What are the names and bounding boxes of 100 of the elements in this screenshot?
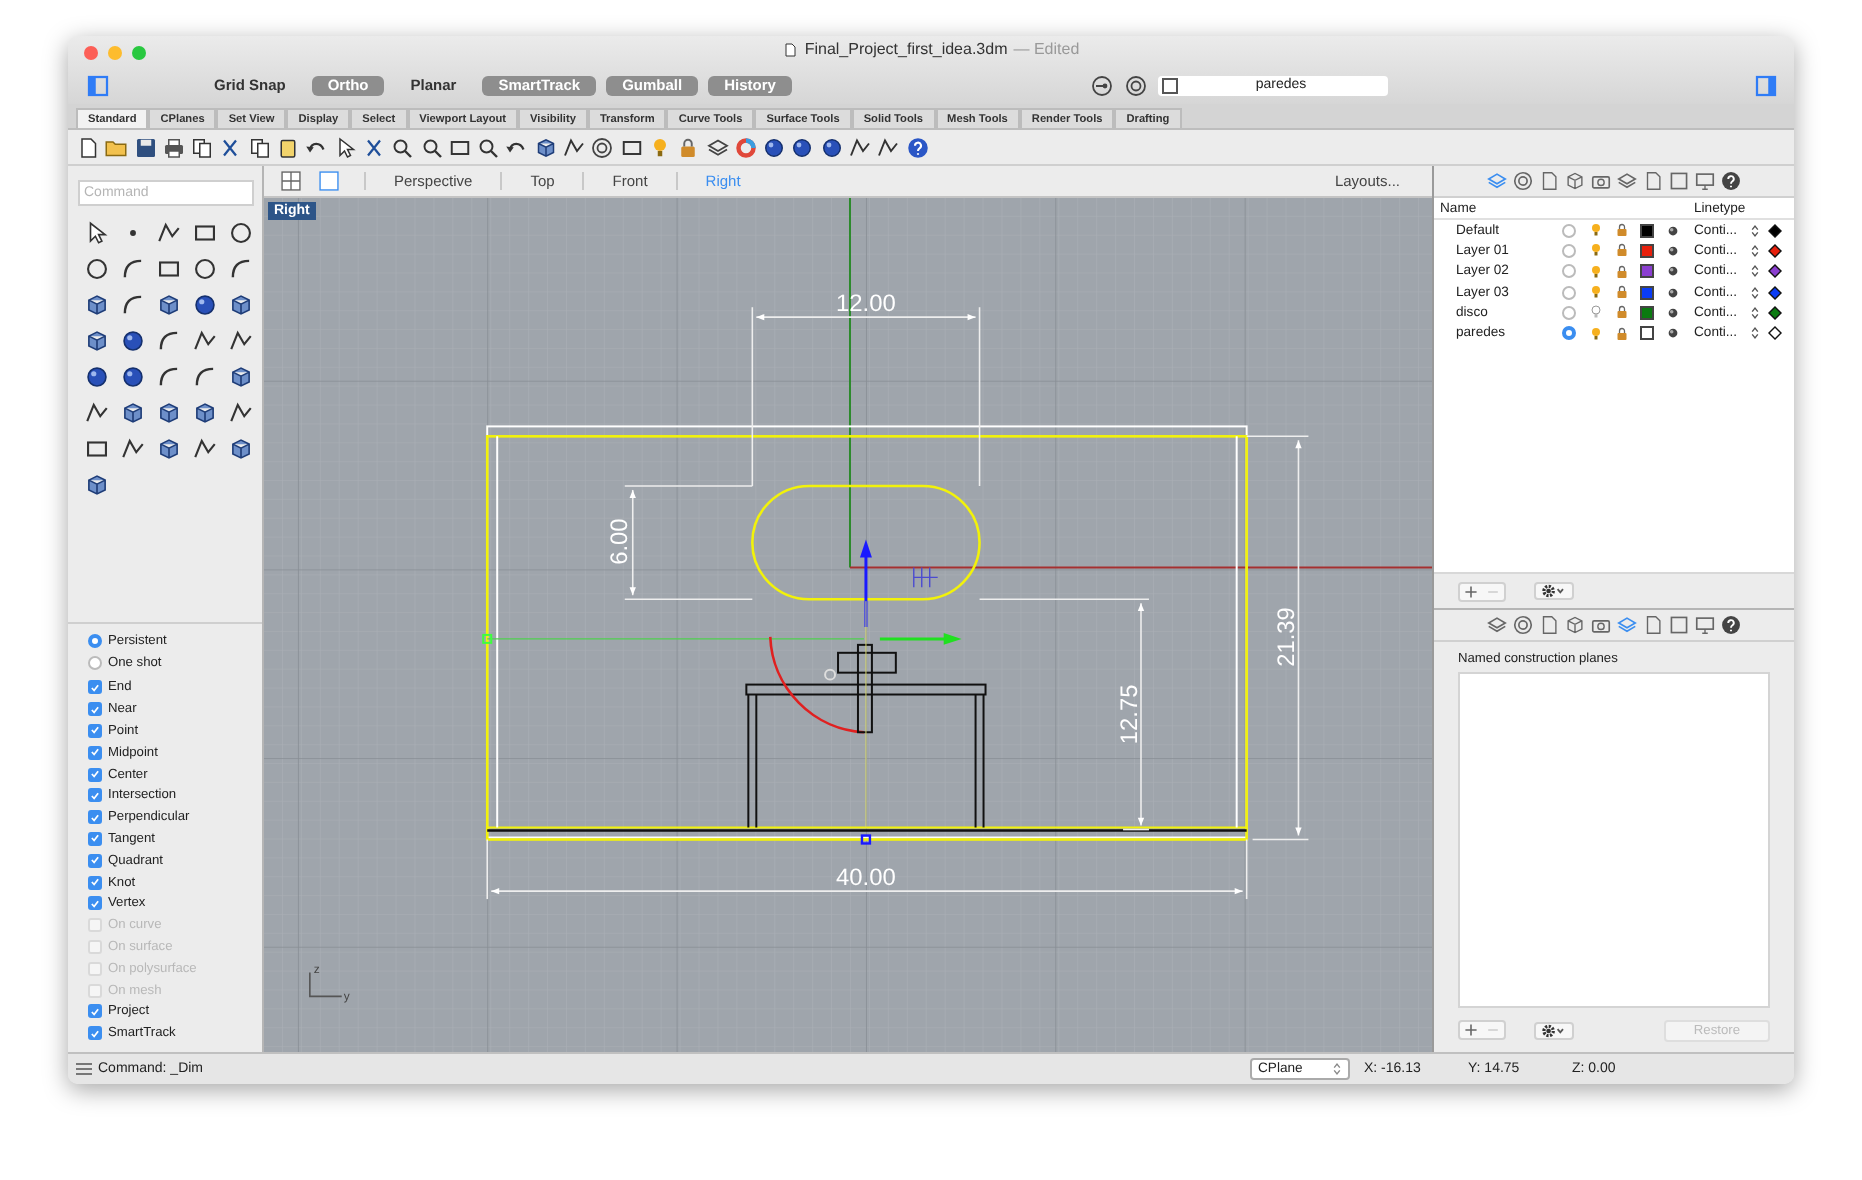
sidebar-icon[interactable] [86, 73, 110, 97]
curve-icon[interactable] [155, 327, 181, 353]
cube-icon[interactable] [227, 291, 253, 317]
lock-icon[interactable] [1613, 325, 1629, 342]
lock-icon[interactable] [1613, 242, 1629, 259]
rectangle-icon[interactable] [83, 435, 109, 461]
checkbox[interactable] [88, 1026, 102, 1041]
color-swatch[interactable] [1640, 285, 1654, 300]
polyline-icon[interactable] [155, 219, 181, 245]
current-layer-radio[interactable] [1562, 223, 1576, 238]
radio-button[interactable] [88, 655, 102, 670]
cube-icon[interactable] [1564, 614, 1586, 636]
sphere-icon[interactable] [119, 363, 145, 389]
current-layer-radio[interactable] [1562, 285, 1576, 300]
square-icon[interactable] [1668, 614, 1690, 636]
target-icon[interactable] [1512, 170, 1534, 192]
bulb-icon[interactable] [1587, 242, 1603, 259]
stepper-icon[interactable] [1750, 326, 1760, 341]
polyline-icon[interactable] [191, 435, 217, 461]
checkbox[interactable] [88, 810, 102, 825]
curve-icon[interactable] [119, 255, 145, 281]
clipboard-icon[interactable] [276, 135, 301, 159]
cube-icon[interactable] [155, 435, 181, 461]
curve-icon[interactable] [119, 291, 145, 317]
magnifier-icon[interactable] [390, 135, 415, 159]
document-icon[interactable] [76, 135, 100, 159]
help-icon[interactable] [905, 135, 930, 159]
bulb-icon[interactable] [1587, 325, 1603, 342]
layers-icon[interactable] [1616, 170, 1638, 192]
circle-icon[interactable] [227, 219, 253, 245]
plus-icon[interactable] [1460, 583, 1482, 599]
menu-icon[interactable] [76, 1062, 92, 1076]
sphere-icon[interactable] [790, 135, 815, 159]
bulb-outline-icon[interactable] [1587, 304, 1603, 321]
polyline-icon[interactable] [119, 435, 145, 461]
help-icon[interactable] [1720, 614, 1742, 636]
cube-icon[interactable] [83, 471, 109, 497]
checkbox[interactable] [88, 723, 102, 738]
sidebar-right-icon[interactable] [1754, 73, 1778, 97]
circle-icon[interactable] [83, 255, 109, 281]
folder-icon[interactable] [104, 135, 129, 159]
stepper-icon[interactable] [1332, 1062, 1342, 1076]
cube-icon[interactable] [227, 435, 253, 461]
polyline-icon[interactable] [227, 327, 253, 353]
four-pane-icon[interactable] [280, 170, 302, 192]
color-swatch[interactable] [1640, 223, 1654, 238]
checkbox[interactable] [88, 788, 102, 803]
color-swatch[interactable] [1640, 264, 1654, 279]
plus-icon[interactable] [1460, 1022, 1482, 1038]
color-swatch[interactable] [1640, 243, 1654, 258]
camera-icon[interactable] [1590, 170, 1612, 192]
target-icon[interactable] [590, 135, 615, 159]
radio-button[interactable] [88, 633, 102, 648]
checkbox[interactable] [88, 1004, 102, 1019]
current-layer-radio[interactable] [1562, 305, 1576, 320]
copy-icon[interactable] [190, 135, 215, 159]
polyline-icon[interactable] [191, 327, 217, 353]
cube-icon[interactable] [83, 327, 109, 353]
camera-icon[interactable] [1590, 614, 1612, 636]
current-layer-radio[interactable] [1562, 243, 1576, 258]
layers-icon[interactable] [1486, 614, 1508, 636]
polyline-icon[interactable] [848, 135, 873, 159]
layers-icon[interactable] [705, 135, 730, 159]
checkbox[interactable] [88, 702, 102, 717]
cube-icon[interactable] [1564, 170, 1586, 192]
copy-icon[interactable] [247, 135, 272, 159]
cube-icon[interactable] [119, 399, 145, 425]
rectangle-icon[interactable] [447, 135, 472, 159]
cube-icon[interactable] [191, 399, 217, 425]
cross-icon[interactable] [218, 135, 243, 159]
checkbox[interactable] [88, 767, 102, 782]
record-icon[interactable] [1090, 73, 1114, 97]
bulb-icon[interactable] [1587, 263, 1603, 280]
sphere-icon[interactable] [83, 363, 109, 389]
stepper-icon[interactable] [1750, 223, 1760, 238]
cube-icon[interactable] [83, 291, 109, 317]
bulb-icon[interactable] [1587, 284, 1603, 301]
checkbox[interactable] [88, 875, 102, 890]
lock-icon[interactable] [1613, 284, 1629, 301]
stepper-icon[interactable] [1750, 264, 1760, 279]
checkbox[interactable] [88, 831, 102, 846]
cross-icon[interactable] [361, 135, 386, 159]
sphere-icon[interactable] [119, 327, 145, 353]
stepper-icon[interactable] [1750, 243, 1760, 258]
lock-icon[interactable] [1613, 304, 1629, 321]
printer-icon[interactable] [161, 135, 186, 159]
sphere-icon[interactable] [819, 135, 844, 159]
sphere-icon[interactable] [762, 135, 787, 159]
cube-icon[interactable] [155, 291, 181, 317]
lock-icon[interactable] [1613, 222, 1629, 239]
monitor-icon[interactable] [1694, 170, 1716, 192]
checkbox[interactable] [88, 745, 102, 760]
target-icon[interactable] [1124, 73, 1148, 97]
target-icon[interactable] [1512, 614, 1534, 636]
lock-icon[interactable] [676, 135, 701, 159]
checkbox[interactable] [88, 853, 102, 868]
help-icon[interactable] [1720, 170, 1742, 192]
polyline-icon[interactable] [562, 135, 587, 159]
rectangle-icon[interactable] [619, 135, 644, 159]
monitor-icon[interactable] [1694, 614, 1716, 636]
